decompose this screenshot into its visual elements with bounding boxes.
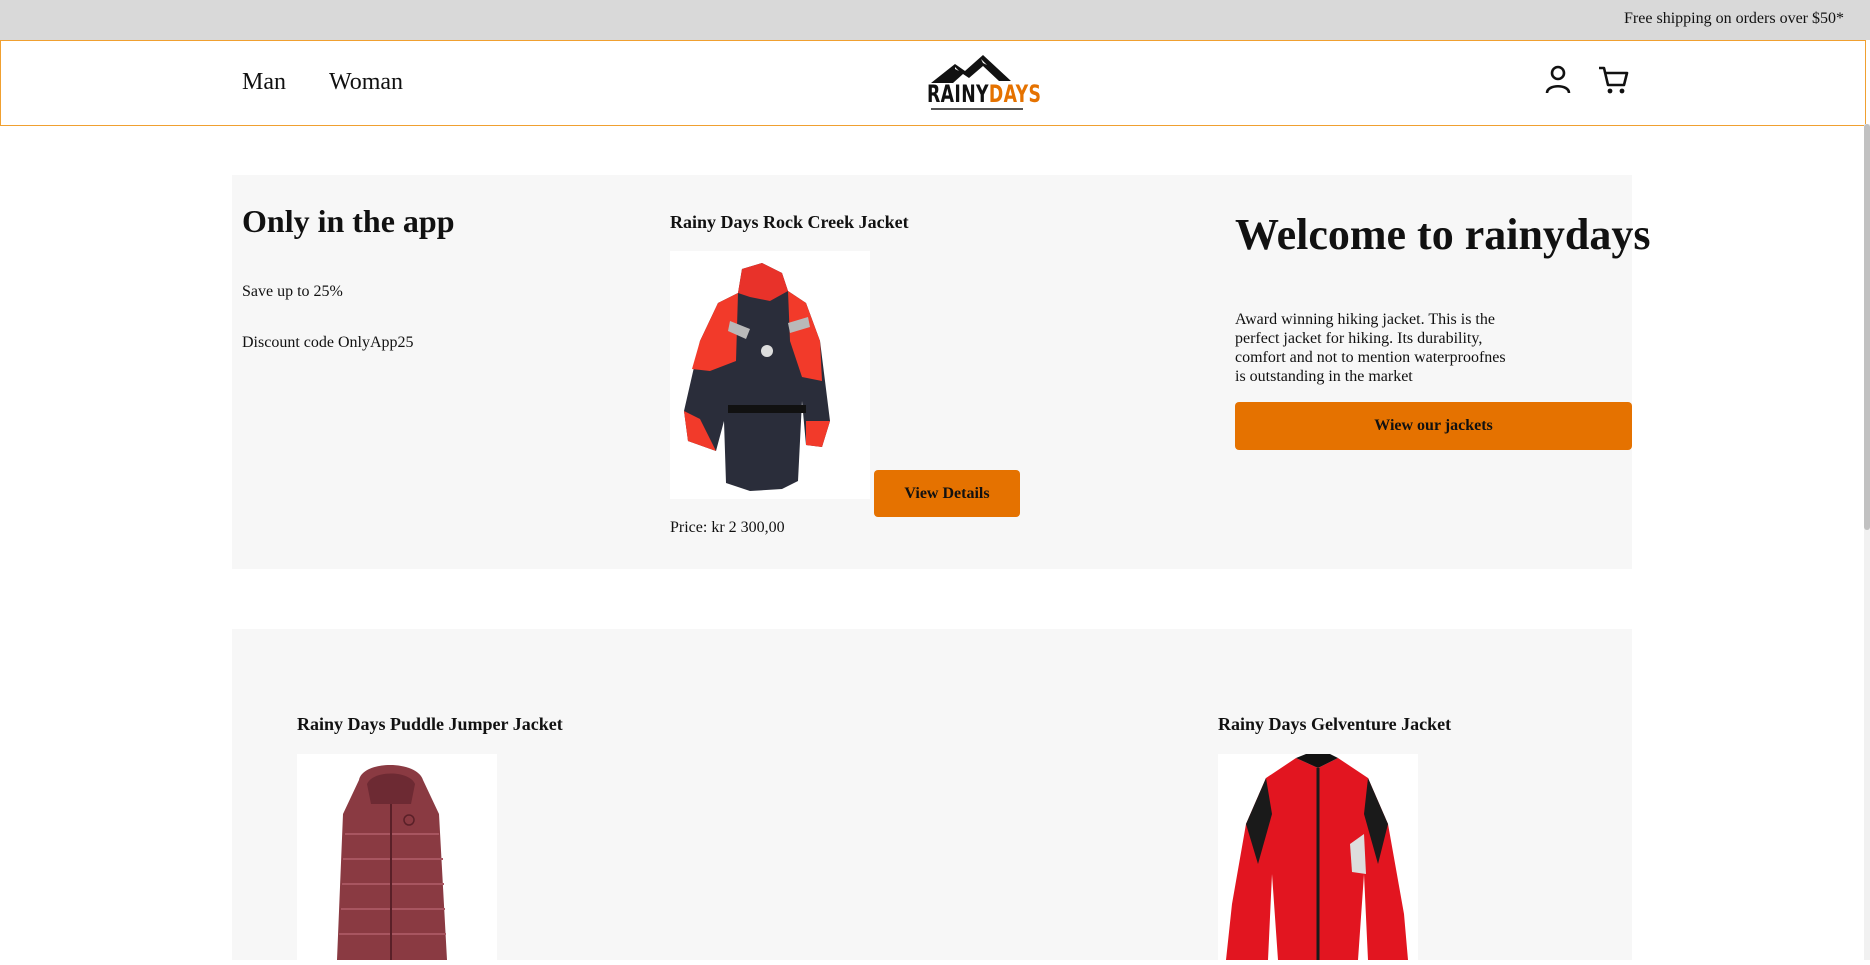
promo-discount-code: Discount code OnlyApp25 [242, 334, 414, 351]
logo-rainy: RAINY [927, 80, 989, 108]
welcome-description: Award winning hiking jacket. This is the… [1235, 311, 1506, 385]
view-details-button[interactable]: View Details [874, 470, 1020, 517]
nav-link-woman[interactable]: Woman [329, 69, 403, 96]
welcome-heading: Welcome to rainydays [1235, 210, 1651, 259]
promo-title: Only in the app [242, 203, 455, 239]
product-image-gelventure[interactable] [1218, 754, 1418, 960]
featured-product-price: Price: kr 2 300,00 [670, 519, 785, 536]
shipping-text: Free shipping on orders over $50* [1624, 10, 1844, 27]
page-scrollbar[interactable] [1864, 124, 1870, 960]
rainydays-logo[interactable]: RAINYDAYS [925, 55, 1041, 113]
logo-text: RAINYDAYS [927, 80, 1041, 108]
cart-icon[interactable] [1597, 63, 1631, 97]
gelventure-jacket-image [1226, 754, 1408, 960]
product-name-gelventure[interactable]: Rainy Days Gelventure Jacket [1218, 714, 1451, 735]
logo-underline [931, 108, 1023, 110]
product-image-puddle-jumper[interactable] [297, 754, 497, 960]
featured-product-image[interactable] [670, 251, 870, 499]
product-name-puddle-jumper[interactable]: Rainy Days Puddle Jumper Jacket [297, 714, 563, 735]
promo-savings: Save up to 25% [242, 283, 343, 300]
featured-product-name[interactable]: Rainy Days Rock Creek Jacket [670, 212, 909, 233]
nav-link-man[interactable]: Man [242, 69, 286, 96]
shipping-banner: Free shipping on orders over $50* [0, 0, 1870, 40]
logo-days: DAYS [988, 80, 1042, 108]
scrollbar-thumb[interactable] [1864, 124, 1870, 530]
main-navbar: Man Woman RAINYDAYS [0, 40, 1866, 126]
view-jackets-button[interactable]: Wiew our jackets [1235, 402, 1632, 450]
user-icon[interactable] [1541, 63, 1575, 97]
jacket-image [684, 263, 830, 491]
puddle-jumper-jacket-image [337, 765, 447, 960]
